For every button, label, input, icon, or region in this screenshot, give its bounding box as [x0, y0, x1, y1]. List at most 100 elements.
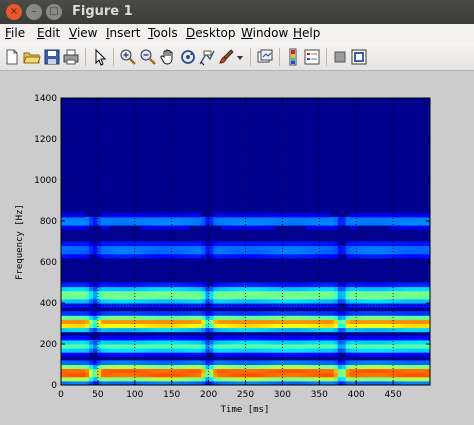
select-arrow-icon[interactable] — [91, 48, 109, 66]
heatmap-cell — [289, 245, 295, 251]
heatmap-cell — [377, 241, 383, 247]
minimize-window-button[interactable]: – — [26, 4, 42, 20]
heatmap-cell — [113, 327, 118, 333]
heatmap-cell — [157, 221, 162, 226]
heatmap-cell — [337, 360, 343, 365]
menu-edit[interactable]: Edit — [37, 26, 60, 40]
heatmap-cell — [369, 245, 375, 251]
heatmap-cell — [113, 290, 118, 296]
heatmap-cell — [385, 245, 391, 251]
menu-tools[interactable]: Tools — [148, 26, 178, 40]
heatmap-cell — [105, 352, 110, 357]
heatmap-cell — [301, 315, 307, 320]
heatmap-cell — [309, 376, 315, 382]
heatmap-cell — [329, 348, 335, 353]
heatmap-cell — [401, 315, 407, 320]
heatmap-cell — [405, 290, 411, 296]
heatmap-cell — [381, 294, 387, 300]
heatmap-cell — [157, 360, 162, 365]
heatmap-cell — [117, 376, 122, 382]
heatmap-cell — [237, 286, 242, 292]
heatmap-cell — [257, 348, 263, 353]
data-cursor-icon[interactable] — [198, 48, 216, 66]
heatmap-cell — [105, 327, 110, 333]
heatmap-cell — [245, 298, 251, 304]
print-icon[interactable] — [62, 48, 80, 66]
heatmap-cell — [413, 290, 419, 296]
heatmap-cell — [393, 286, 399, 292]
menu-help[interactable]: Help — [293, 26, 320, 40]
x-tick-label: 350 — [311, 390, 328, 400]
heatmap-cell — [289, 344, 295, 349]
heatmap-cell — [221, 290, 226, 296]
heatmap-cell — [109, 344, 114, 349]
heatmap-cell — [269, 221, 275, 226]
open-file-icon[interactable] — [23, 48, 41, 66]
heatmap-cell — [81, 376, 86, 382]
new-figure-icon[interactable] — [3, 48, 21, 66]
heatmap-cell — [361, 245, 367, 251]
rotate-3d-icon[interactable] — [179, 48, 197, 66]
menu-insert[interactable]: Insert — [106, 26, 140, 40]
insert-legend-icon[interactable] — [303, 48, 321, 66]
heatmap-cell — [277, 298, 283, 304]
zoom-out-icon[interactable] — [139, 48, 157, 66]
heatmap-cell — [61, 253, 66, 259]
heatmap-cell — [373, 368, 379, 374]
heatmap-cell — [257, 372, 263, 378]
heatmap-cell — [69, 319, 74, 324]
heatmap-cell — [281, 245, 287, 251]
heatmap-cell — [213, 212, 218, 218]
heatmap-cell — [313, 221, 319, 226]
save-icon[interactable] — [43, 48, 61, 66]
heatmap-cell — [157, 352, 162, 357]
close-window-button[interactable]: × — [6, 4, 22, 20]
heatmap-cell — [297, 372, 303, 378]
heatmap-cell — [109, 286, 114, 292]
heatmap-cell — [133, 253, 138, 259]
heatmap-cell — [309, 221, 315, 226]
hide-plot-tools-icon[interactable] — [331, 48, 349, 66]
heatmap-cell — [273, 253, 279, 259]
spectrogram-plot[interactable]: 0 50 100 150 200 250 300 350 400 450 020040060080… — [0, 72, 474, 425]
heatmap-cell — [201, 352, 206, 357]
heatmap-cell — [277, 323, 283, 329]
heatmap-cell — [245, 221, 251, 226]
heatmap-cell — [321, 298, 327, 304]
heatmap-cell — [145, 241, 150, 247]
heatmap-cell — [329, 311, 335, 316]
heatmap-cell — [313, 212, 319, 218]
toolbar-separator — [250, 48, 251, 66]
heatmap-cell — [205, 372, 210, 378]
heatmap-cell — [305, 352, 311, 357]
pan-hand-icon[interactable] — [159, 48, 177, 66]
heatmap-cell — [73, 360, 78, 365]
heatmap-cell — [201, 327, 206, 333]
heatmap-cell — [357, 311, 363, 316]
heatmap-cell — [137, 335, 142, 341]
heatmap-cell — [405, 352, 411, 357]
heatmap-cell — [285, 348, 291, 353]
heatmap-cell — [409, 344, 415, 349]
menu-desktop[interactable]: Desktop — [186, 26, 236, 40]
show-plot-tools-icon[interactable] — [350, 48, 368, 66]
heatmap-cell — [209, 372, 214, 378]
heatmap-cell — [409, 311, 415, 316]
heatmap-cell — [101, 221, 106, 226]
heatmap-cell — [225, 282, 230, 288]
heatmap-cell — [189, 372, 194, 378]
brush-icon[interactable] — [217, 48, 235, 66]
heatmap-cell — [269, 335, 275, 341]
brush-dropdown-icon[interactable] — [235, 48, 245, 66]
menu-file[interactable]: File — [5, 26, 25, 40]
zoom-in-icon[interactable] — [119, 48, 137, 66]
link-plot-icon[interactable] — [256, 48, 274, 66]
heatmap-cell — [309, 249, 315, 255]
menu-view[interactable]: View — [69, 26, 97, 40]
heatmap-cell — [293, 372, 299, 378]
menu-window[interactable]: Window — [241, 26, 288, 40]
insert-colorbar-icon[interactable] — [284, 48, 302, 66]
heatmap-cell — [305, 372, 311, 378]
heatmap-cell — [109, 294, 114, 300]
maximize-window-button[interactable]: □ — [46, 4, 62, 20]
